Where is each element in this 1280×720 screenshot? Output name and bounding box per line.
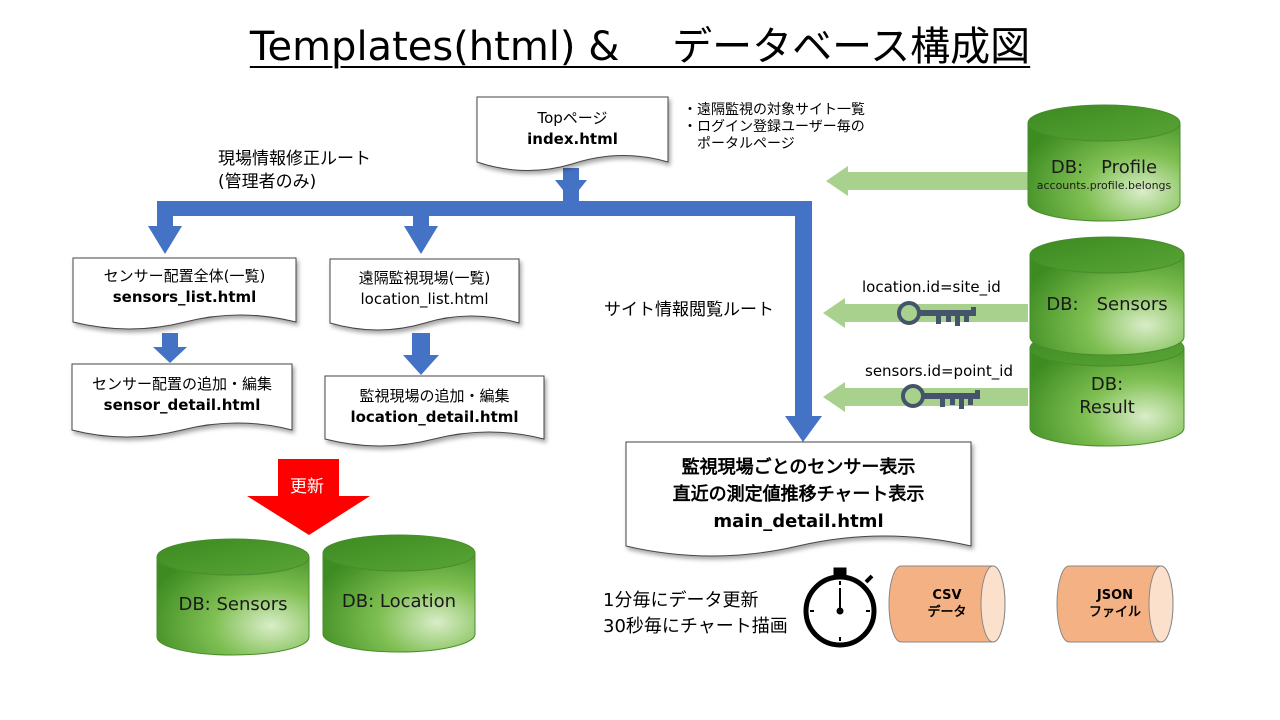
json-file-label: JSON ファイル bbox=[1065, 587, 1165, 621]
top-doc: Topページ index.html bbox=[477, 108, 668, 150]
db-result-subtitle: Result bbox=[1079, 397, 1135, 418]
json-file-subtitle: ファイル bbox=[1088, 605, 1141, 620]
stopwatch-icon bbox=[803, 567, 877, 648]
location-detail-file: location_detail.html bbox=[350, 408, 519, 426]
sensor-detail-file: sensor_detail.html bbox=[103, 396, 261, 414]
top-note-3: ポータルページ bbox=[683, 136, 795, 152]
update-timing-data: 1分毎にデータ更新 bbox=[603, 590, 759, 611]
csv-file-title: CSV bbox=[932, 588, 962, 603]
top-note-2: ・ログイン登録ユーザー毎の bbox=[683, 119, 865, 135]
main-detail-file: main_detail.html bbox=[713, 511, 884, 532]
sensors-list-label: センサー配置全体(一覧) bbox=[103, 267, 266, 285]
admin-route-label: 現場情報修正ルート (管理者のみ) bbox=[218, 148, 371, 194]
site-route-label: サイト情報閲覧ルート bbox=[604, 300, 774, 320]
location-list-label: 遠隔監視現場(一覧) bbox=[358, 269, 491, 287]
location-detail-doc: 監視現場の追加・編集 location_detail.html bbox=[325, 386, 544, 428]
sensor-detail-label: センサー配置の追加・編集 bbox=[91, 375, 272, 393]
main-detail-doc: 監視現場ごとのセンサー表示 直近の測定値推移チャート表示 main_detail… bbox=[626, 454, 971, 535]
main-detail-line2: 直近の測定値推移チャート表示 bbox=[672, 484, 925, 505]
update-label: 更新 bbox=[290, 477, 324, 497]
key-sensors-label: sensors.id=point_id bbox=[865, 362, 1013, 380]
top-notes: ・遠隔監視の対象サイト一覧 ・ログイン登録ユーザー毎の ポータルページ bbox=[683, 102, 865, 153]
top-doc-file: index.html bbox=[527, 130, 618, 148]
key-location-label: location.id=site_id bbox=[862, 278, 1001, 296]
top-note-1: ・遠隔監視の対象サイト一覧 bbox=[683, 102, 865, 118]
location-list-doc: 遠隔監視現場(一覧) location_list.html bbox=[330, 268, 519, 310]
update-timing-chart: 30秒毎にチャート描画 bbox=[603, 616, 788, 637]
sensors-list-doc: センサー配置全体(一覧) sensors_list.html bbox=[73, 266, 296, 308]
top-doc-label: Topページ bbox=[537, 109, 608, 127]
page-title: Templates(html) & データベース構成図 bbox=[249, 24, 1031, 70]
db-sensors-right-label: DB: Sensors bbox=[1046, 294, 1168, 315]
sensors-list-file: sensors_list.html bbox=[112, 288, 257, 306]
db-profile-label: DB: Profile accounts.profile.belongs bbox=[1028, 153, 1180, 192]
db-sensors-bottom-label: DB: Sensors bbox=[178, 594, 288, 615]
json-file-title: JSON bbox=[1096, 588, 1134, 603]
csv-file-label: CSV データ bbox=[897, 587, 997, 621]
location-detail-label: 監視現場の追加・編集 bbox=[359, 387, 510, 405]
csv-file-subtitle: データ bbox=[927, 605, 967, 620]
update-timing: 1分毎にデータ更新 30秒毎にチャート描画 bbox=[603, 588, 788, 640]
main-detail-line1: 監視現場ごとのセンサー表示 bbox=[681, 457, 916, 478]
db-result-title: DB: bbox=[1090, 374, 1124, 395]
admin-route-line2: (管理者のみ) bbox=[218, 172, 317, 192]
sensor-detail-doc: センサー配置の追加・編集 sensor_detail.html bbox=[72, 374, 292, 416]
location-list-file: location_list.html bbox=[360, 290, 489, 308]
admin-route-line1: 現場情報修正ルート bbox=[218, 149, 371, 169]
db-location-bottom-label: DB: Location bbox=[341, 591, 457, 612]
update-arrow bbox=[247, 459, 370, 535]
db-profile-title: DB: Profile bbox=[1050, 157, 1158, 178]
db-profile-subtitle: accounts.profile.belongs bbox=[1036, 179, 1172, 192]
db-result-label: DB: Result bbox=[1030, 373, 1184, 419]
